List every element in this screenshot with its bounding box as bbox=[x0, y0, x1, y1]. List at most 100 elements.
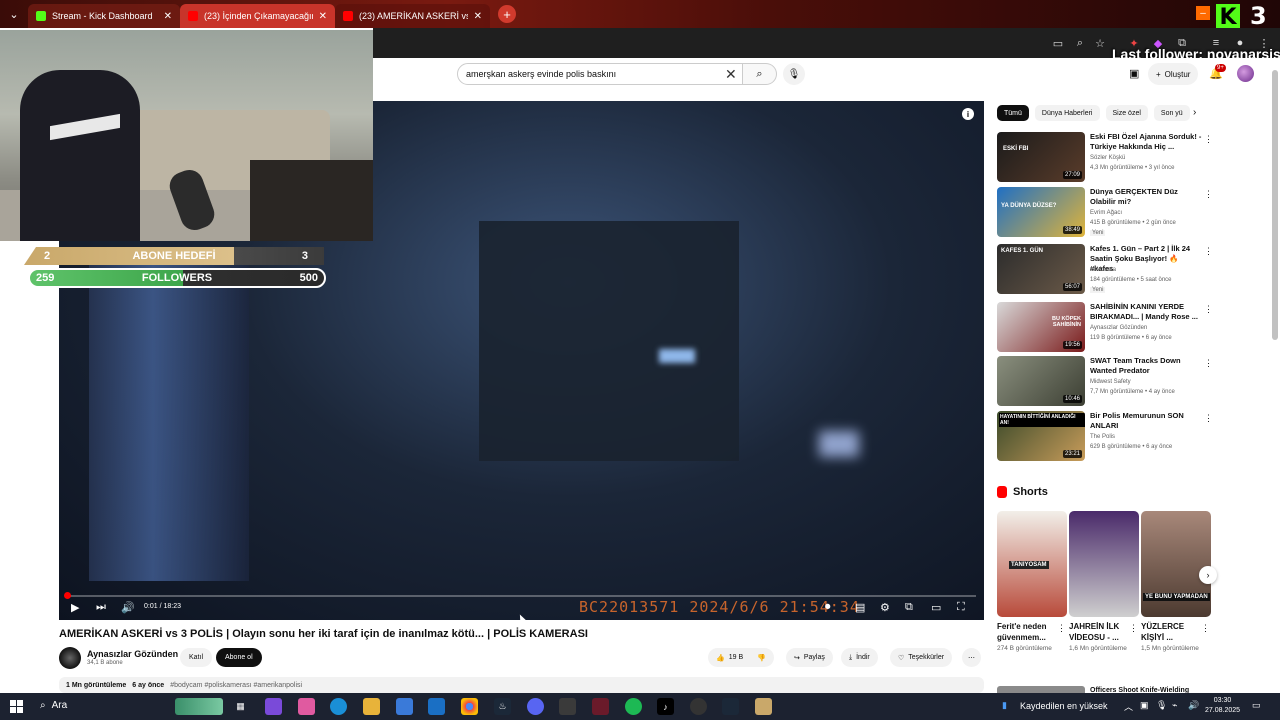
share-button[interactable]: ↪ Paylaş bbox=[786, 648, 833, 667]
channel-avatar[interactable] bbox=[59, 647, 81, 669]
short-thumbnail[interactable]: YE BUNU YAPMADAN bbox=[1141, 511, 1211, 617]
more-options-icon[interactable]: ⋮ bbox=[1057, 623, 1066, 634]
thumbs-down-icon[interactable]: 👎 bbox=[757, 654, 766, 662]
short-title[interactable]: JAHREİN İLK VİDEOSU - ... bbox=[1069, 621, 1127, 643]
miniplayer-icon[interactable]: ⧉ bbox=[905, 601, 913, 614]
chevron-right-icon[interactable]: › bbox=[1193, 107, 1196, 118]
video-thumbnail[interactable]: ESKİ FBI 27:09 bbox=[997, 132, 1085, 182]
copilot-icon[interactable] bbox=[265, 698, 282, 715]
more-options-icon[interactable]: ⋮ bbox=[1204, 358, 1213, 369]
volume-icon[interactable]: 🔊 bbox=[121, 601, 135, 614]
recommendation-item[interactable]: BU KÖPEK SAHİBİNİN 19:56 SAHİBİNİN KANIN… bbox=[997, 302, 1215, 352]
theater-mode-icon[interactable]: ▭ bbox=[931, 601, 941, 614]
taskbar-search[interactable]: ⌕ Ara bbox=[40, 700, 67, 711]
more-options-icon[interactable]: ⋮ bbox=[1204, 134, 1213, 145]
tab-kick-dashboard[interactable]: Stream - Kick Dashboard ✕ bbox=[28, 4, 180, 28]
widgets-icon[interactable] bbox=[175, 698, 223, 715]
more-actions-icon[interactable]: ⋯ bbox=[962, 648, 981, 667]
hashtags[interactable]: #bodycam #poliskamerası #amerikanpolisi bbox=[170, 682, 302, 689]
subtitles-icon[interactable]: ▤ bbox=[855, 601, 865, 614]
microphone-icon[interactable]: 🎙 bbox=[1156, 700, 1167, 711]
app-icon[interactable] bbox=[298, 698, 315, 715]
recommendation-title[interactable]: Bir Polis Memurunun SON ANLARI bbox=[1090, 411, 1202, 431]
next-video-icon[interactable]: ⏭ bbox=[96, 601, 106, 614]
video-thumbnail[interactable]: KAFES 1. GÜN 56:07 bbox=[997, 244, 1085, 294]
progress-bar[interactable] bbox=[66, 595, 976, 597]
tab-youtube-2[interactable]: (23) AMERİKAN ASKERİ vs 3 PO ✕ bbox=[335, 4, 490, 28]
spotify-icon[interactable] bbox=[625, 698, 642, 715]
chip-for-you[interactable]: Size özel bbox=[1105, 105, 1148, 121]
recommendation-title[interactable]: Dünya GERÇEKTEN Düz Olabilir mi? bbox=[1090, 187, 1202, 207]
clear-search-icon[interactable]: ✕ bbox=[725, 66, 737, 83]
recommendation-title[interactable]: SAHİBİNİN KANINI YERDE BIRAKMADI... | Ma… bbox=[1090, 302, 1202, 322]
like-button[interactable]: 👍 19 B 👎 bbox=[708, 648, 774, 667]
recommendation-item[interactable]: 10:46 SWAT Team Tracks Down Wanted Preda… bbox=[997, 356, 1215, 406]
short-item[interactable]: YE BUNU YAPMADAN YÜZLERCE KİŞİYİ ... 1,5… bbox=[1141, 511, 1211, 652]
video-thumbnail[interactable]: YA DÜNYA DÜZSE? 38:49 bbox=[997, 187, 1085, 237]
play-icon[interactable]: ▶ bbox=[71, 601, 79, 614]
volume-icon[interactable]: 🔊 bbox=[1188, 700, 1199, 711]
more-options-icon[interactable]: ⋮ bbox=[1204, 246, 1213, 257]
recommendation-channel[interactable]: The Polis bbox=[1090, 434, 1115, 440]
cast-to-tv-icon[interactable]: ▣ bbox=[1129, 67, 1139, 80]
more-options-icon[interactable]: ⋮ bbox=[1201, 623, 1210, 634]
short-item[interactable]: JAHREİN İLK VİDEOSU - ... 1,6 Mn görüntü… bbox=[1069, 511, 1139, 652]
more-options-icon[interactable]: ⋮ bbox=[1129, 623, 1138, 634]
windows-start-icon[interactable] bbox=[10, 700, 23, 713]
autoplay-toggle[interactable]: ⏺ bbox=[825, 601, 831, 614]
thanks-button[interactable]: ♡ Teşekkürler bbox=[890, 648, 953, 667]
video-thumbnail[interactable]: 10:46 bbox=[997, 356, 1085, 406]
obs-icon[interactable] bbox=[690, 698, 707, 715]
app-icon[interactable] bbox=[755, 698, 772, 715]
create-button[interactable]: + Oluştur bbox=[1148, 63, 1199, 85]
outlook-icon[interactable] bbox=[428, 698, 445, 715]
fullscreen-icon[interactable]: ⛶ bbox=[957, 601, 965, 614]
tab-youtube-1[interactable]: (23) İçinden Çıkamayacağınız G ✕ bbox=[180, 4, 335, 28]
edge-browser-icon[interactable] bbox=[330, 698, 347, 715]
recommendation-item[interactable]: YA DÜNYA DÜZSE? 38:49 Dünya GERÇEKTEN Dü… bbox=[997, 187, 1215, 237]
app-icon[interactable] bbox=[559, 698, 576, 715]
short-thumbnail[interactable]: TANIYOSAM bbox=[997, 511, 1067, 617]
close-tab-icon[interactable]: ✕ bbox=[164, 11, 172, 22]
close-tab-icon[interactable]: ✕ bbox=[474, 11, 482, 22]
bookmark-star-icon[interactable]: ☆ bbox=[1093, 36, 1107, 50]
recommendation-channel[interactable]: Aynasızlar Gözünden bbox=[1090, 325, 1147, 331]
recommendation-title[interactable]: SWAT Team Tracks Down Wanted Predator bbox=[1090, 356, 1202, 376]
app-icon[interactable] bbox=[592, 698, 609, 715]
steam-icon[interactable] bbox=[722, 698, 739, 715]
discord-icon[interactable] bbox=[527, 698, 544, 715]
scrubber-handle[interactable] bbox=[64, 592, 71, 599]
more-options-icon[interactable]: ⋮ bbox=[1204, 304, 1213, 315]
download-button[interactable]: ⤓ İndir bbox=[841, 648, 878, 667]
task-view-icon[interactable]: ▦ bbox=[232, 698, 249, 715]
recommendation-title[interactable]: Eski FBI Özel Ajanına Sorduk! - Türkiye … bbox=[1090, 132, 1202, 152]
short-item[interactable]: TANIYOSAM Ferit'e neden güvenmem... 274 … bbox=[997, 511, 1067, 652]
tab-search-chevron-icon[interactable]: ⌄ bbox=[0, 0, 28, 28]
more-options-icon[interactable]: ⋮ bbox=[1204, 189, 1213, 200]
search-button[interactable]: ⌕ bbox=[743, 63, 777, 85]
subscribe-button[interactable]: Abone ol bbox=[216, 648, 262, 667]
video-thumbnail[interactable]: BU KÖPEK SAHİBİNİN 19:56 bbox=[997, 302, 1085, 352]
short-title[interactable]: Ferit'e neden güvenmem... bbox=[997, 621, 1055, 643]
recommendation-item[interactable]: ESKİ FBI 27:09 Eski FBI Özel Ajanına Sor… bbox=[997, 132, 1215, 182]
notification-center-icon[interactable]: ▭ bbox=[1252, 700, 1261, 711]
short-thumbnail[interactable] bbox=[1069, 511, 1139, 617]
recommendation-channel[interactable]: Sözler Köşkü bbox=[1090, 155, 1125, 161]
channel-name[interactable]: Aynasızlar Gözünden bbox=[87, 649, 178, 659]
chip-world-news[interactable]: Dünya Haberleri bbox=[1034, 105, 1100, 121]
tray-icon[interactable]: ▣ bbox=[1140, 700, 1149, 711]
system-clock[interactable]: 03:30 27.08.2025 bbox=[1205, 696, 1240, 716]
network-icon[interactable]: ⌁ bbox=[1172, 700, 1177, 711]
description-box[interactable]: 1 Mn görüntüleme 6 ay önce #bodycam #pol… bbox=[59, 677, 984, 693]
recommendation-channel[interactable]: Midwest Safety bbox=[1090, 379, 1131, 385]
minimize-icon[interactable]: – bbox=[1196, 6, 1210, 20]
file-explorer-icon[interactable] bbox=[363, 698, 380, 715]
join-button[interactable]: Katıl bbox=[180, 648, 213, 667]
short-title[interactable]: YÜZLERCE KİŞİYİ ... bbox=[1141, 621, 1199, 643]
shorts-next-chevron-icon[interactable]: › bbox=[1199, 566, 1217, 584]
tiktok-icon[interactable]: ♪ bbox=[657, 698, 674, 715]
video-thumbnail[interactable]: HAYATININ BİTTİĞİNİ ANLADIĞI AN! 23:21 bbox=[997, 411, 1085, 461]
search-input[interactable]: amerşkan askerş evinde polis baskını bbox=[457, 63, 743, 85]
tray-overflow-chevron-icon[interactable]: ︿ bbox=[1124, 700, 1133, 713]
close-tab-icon[interactable]: ✕ bbox=[319, 11, 327, 22]
